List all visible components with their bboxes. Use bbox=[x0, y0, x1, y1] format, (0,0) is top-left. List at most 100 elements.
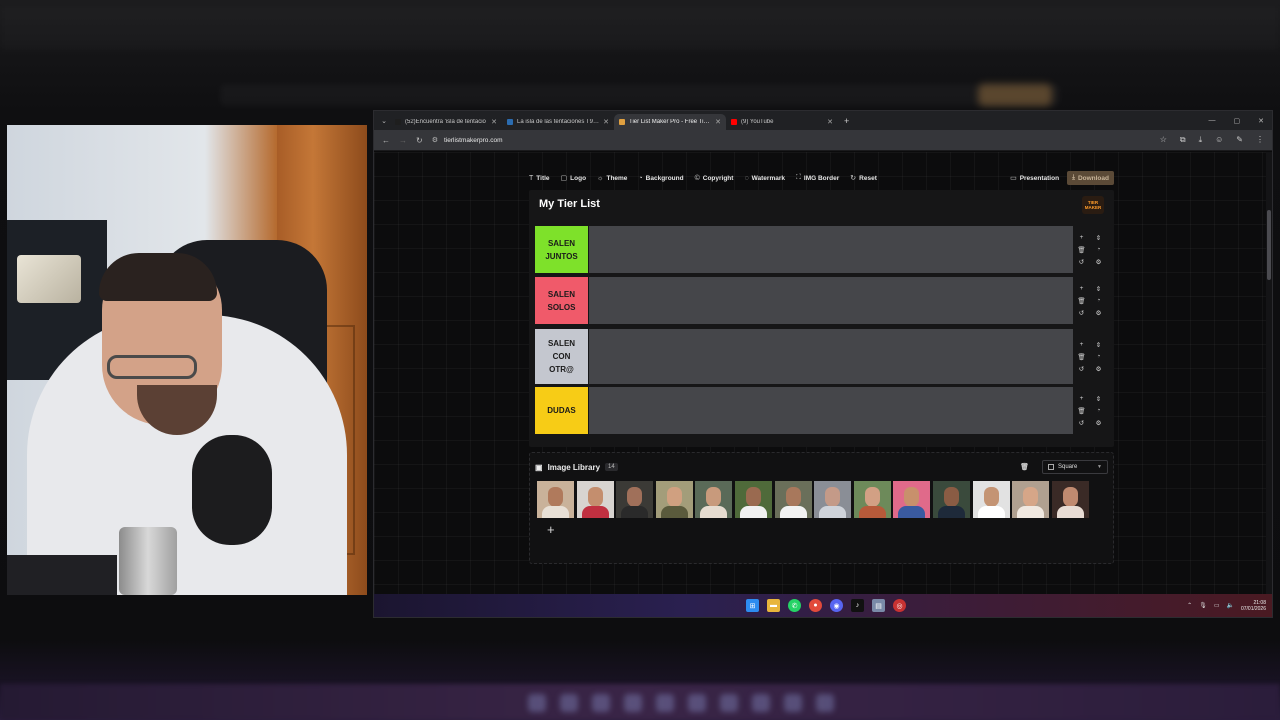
add-image-icon[interactable]: + bbox=[547, 522, 555, 537]
library-thumbnail[interactable] bbox=[972, 481, 1010, 518]
library-thumbnail[interactable] bbox=[695, 481, 733, 518]
downloads-icon[interactable]: ⤓ bbox=[1199, 135, 1203, 145]
tier-label[interactable]: SALEN JUNTOS bbox=[535, 226, 588, 273]
reload-icon[interactable]: ↻ bbox=[416, 136, 423, 145]
tier-settings-icon[interactable]: ⚙ bbox=[1096, 309, 1102, 317]
extensions-icon[interactable]: ⧉ bbox=[1180, 135, 1186, 145]
shape-select[interactable]: Square ▼ bbox=[1042, 460, 1108, 474]
library-thumbnail[interactable] bbox=[853, 481, 891, 518]
chrome-icon[interactable]: ● bbox=[809, 599, 822, 612]
delete-tier-icon[interactable]: 🗑 bbox=[1077, 353, 1085, 361]
bookmark-star-icon[interactable]: ☆ bbox=[1160, 135, 1167, 145]
library-thumbnail[interactable] bbox=[774, 481, 812, 518]
tier-settings-icon[interactable]: ⚙ bbox=[1096, 258, 1102, 266]
tier-label[interactable]: SALEN CON OTR@ bbox=[535, 329, 588, 384]
clear-tier-icon[interactable]: ↺ bbox=[1079, 258, 1084, 266]
discord-icon[interactable]: ◉ bbox=[830, 599, 843, 612]
windows-start-icon[interactable]: ⊞ bbox=[746, 599, 759, 612]
whatsapp-icon[interactable]: ✆ bbox=[788, 599, 801, 612]
tab-close-icon[interactable]: ✕ bbox=[827, 118, 833, 126]
library-thumbnail[interactable] bbox=[537, 481, 574, 518]
tier-color-icon[interactable]: ◔ bbox=[1097, 407, 1101, 415]
tier-settings-icon[interactable]: ⚙ bbox=[1096, 419, 1102, 427]
tier-drop-zone[interactable] bbox=[589, 387, 1073, 434]
volume-icon[interactable]: 🔈 bbox=[1226, 602, 1233, 609]
add-tier-icon[interactable]: + bbox=[1080, 285, 1084, 293]
tab-close-icon[interactable]: ✕ bbox=[715, 118, 721, 126]
library-thumbnail[interactable] bbox=[1051, 481, 1089, 518]
browser-tab[interactable]: (9) YouTube ✕ bbox=[726, 114, 838, 130]
trash-icon[interactable]: 🗑 bbox=[1020, 463, 1029, 471]
move-tier-icon[interactable]: ⇕ bbox=[1096, 395, 1101, 403]
library-thumbnail[interactable] bbox=[1012, 481, 1050, 518]
tier-drop-zone[interactable] bbox=[589, 226, 1073, 273]
delete-tier-icon[interactable]: 🗑 bbox=[1077, 297, 1085, 305]
ai-icon[interactable]: ✎ bbox=[1236, 135, 1243, 145]
add-tier-icon[interactable]: + bbox=[1080, 234, 1084, 242]
library-thumbnail[interactable] bbox=[734, 481, 772, 518]
clear-tier-icon[interactable]: ↺ bbox=[1079, 419, 1084, 427]
library-thumbnail[interactable] bbox=[814, 481, 852, 518]
library-thumbnail[interactable] bbox=[893, 481, 931, 518]
close-window-icon[interactable]: ✕ bbox=[1258, 117, 1264, 125]
microphone-icon[interactable]: 🎙 bbox=[1199, 602, 1207, 609]
add-tier-icon[interactable]: + bbox=[1080, 395, 1084, 403]
clear-tier-icon[interactable]: ↺ bbox=[1079, 309, 1084, 317]
new-tab-icon[interactable]: + bbox=[844, 116, 849, 126]
menu-kebab-icon[interactable]: ⋮ bbox=[1256, 135, 1264, 145]
back-icon[interactable]: ← bbox=[382, 136, 390, 145]
toolbar-reset-button[interactable]: ↻ Reset bbox=[850, 174, 877, 183]
minimize-icon[interactable]: — bbox=[1209, 117, 1216, 125]
recording-app-icon[interactable]: ◎ bbox=[893, 599, 906, 612]
tier-drop-zone[interactable] bbox=[589, 329, 1073, 384]
presentation-button[interactable]: ▭ Presentation bbox=[1008, 171, 1061, 185]
move-tier-icon[interactable]: ⇕ bbox=[1096, 341, 1101, 349]
tier-color-icon[interactable]: ◔ bbox=[1097, 353, 1101, 361]
tier-label[interactable]: DUDAS bbox=[535, 387, 588, 434]
add-tier-icon[interactable]: + bbox=[1080, 341, 1084, 349]
url-field[interactable]: ⚙ tierlistmakerpro.com bbox=[432, 136, 503, 145]
toolbar-background-button[interactable]: ◔ Background bbox=[638, 174, 683, 182]
clear-tier-icon[interactable]: ↺ bbox=[1079, 365, 1084, 373]
network-icon[interactable]: ▭ bbox=[1214, 602, 1220, 609]
file-explorer-icon[interactable]: ▬ bbox=[767, 599, 780, 612]
move-tier-icon[interactable]: ⇕ bbox=[1096, 234, 1101, 242]
move-tier-icon[interactable]: ⇕ bbox=[1096, 285, 1101, 293]
toolbar-title-button[interactable]: T Title bbox=[529, 174, 550, 182]
library-thumbnail[interactable] bbox=[576, 481, 614, 518]
tier-list-logo[interactable]: TIER MAKER bbox=[1082, 196, 1104, 214]
tab-search-icon[interactable]: ⌄ bbox=[378, 117, 390, 125]
toolbar-theme-button[interactable]: ☼ Theme bbox=[597, 174, 627, 182]
library-thumbnail[interactable] bbox=[932, 481, 970, 518]
tier-drop-zone[interactable] bbox=[589, 277, 1073, 324]
profile-icon[interactable]: ☺ bbox=[1215, 135, 1223, 145]
browser-tab[interactable]: Tier List Maker Pro - Free Tier L ✕ bbox=[614, 114, 726, 130]
delete-tier-icon[interactable]: 🗑 bbox=[1077, 407, 1085, 415]
tier-color-icon[interactable]: ◔ bbox=[1097, 246, 1101, 254]
tab-close-icon[interactable]: ✕ bbox=[603, 118, 609, 126]
tab-close-icon[interactable]: ✕ bbox=[491, 118, 497, 126]
tier-list-title[interactable]: My Tier List bbox=[539, 198, 600, 210]
scrollbar-thumb[interactable] bbox=[1267, 210, 1271, 280]
browser-tab[interactable]: (52)Encuentra 'isla de tentacio ✕ bbox=[390, 114, 502, 130]
tier-label[interactable]: SALEN SOLOS bbox=[535, 277, 588, 324]
toolbar-watermark-button[interactable]: ◌ Watermark bbox=[744, 174, 785, 182]
tiktok-icon[interactable]: ♪ bbox=[851, 599, 864, 612]
download-button[interactable]: ⤓ Download bbox=[1067, 171, 1114, 185]
url-text[interactable]: tierlistmakerpro.com bbox=[444, 137, 503, 144]
site-info-icon[interactable]: ⚙ bbox=[432, 136, 438, 144]
page-scrollbar[interactable] bbox=[1266, 152, 1272, 595]
tier-color-icon[interactable]: ◔ bbox=[1097, 297, 1101, 305]
taskbar-clock[interactable]: 21:08 07/01/2026 bbox=[1241, 600, 1266, 612]
maximize-icon[interactable]: ▢ bbox=[1234, 117, 1241, 125]
app-window-icon[interactable]: ▤ bbox=[872, 599, 885, 612]
toolbar-img-border-button[interactable]: ⛶ IMG Border bbox=[796, 174, 839, 182]
library-thumbnail[interactable] bbox=[616, 481, 654, 518]
tray-chevron-up-icon[interactable]: ⌃ bbox=[1187, 602, 1192, 609]
tier-settings-icon[interactable]: ⚙ bbox=[1096, 365, 1102, 373]
toolbar-copyright-button[interactable]: © Copyright bbox=[695, 174, 734, 182]
browser-tab[interactable]: La isla de las tentaciones T9 | M ✕ bbox=[502, 114, 614, 130]
toolbar-logo-button[interactable]: ▢ Logo bbox=[561, 174, 587, 183]
library-thumbnail[interactable] bbox=[655, 481, 693, 518]
forward-icon[interactable]: → bbox=[399, 136, 407, 145]
